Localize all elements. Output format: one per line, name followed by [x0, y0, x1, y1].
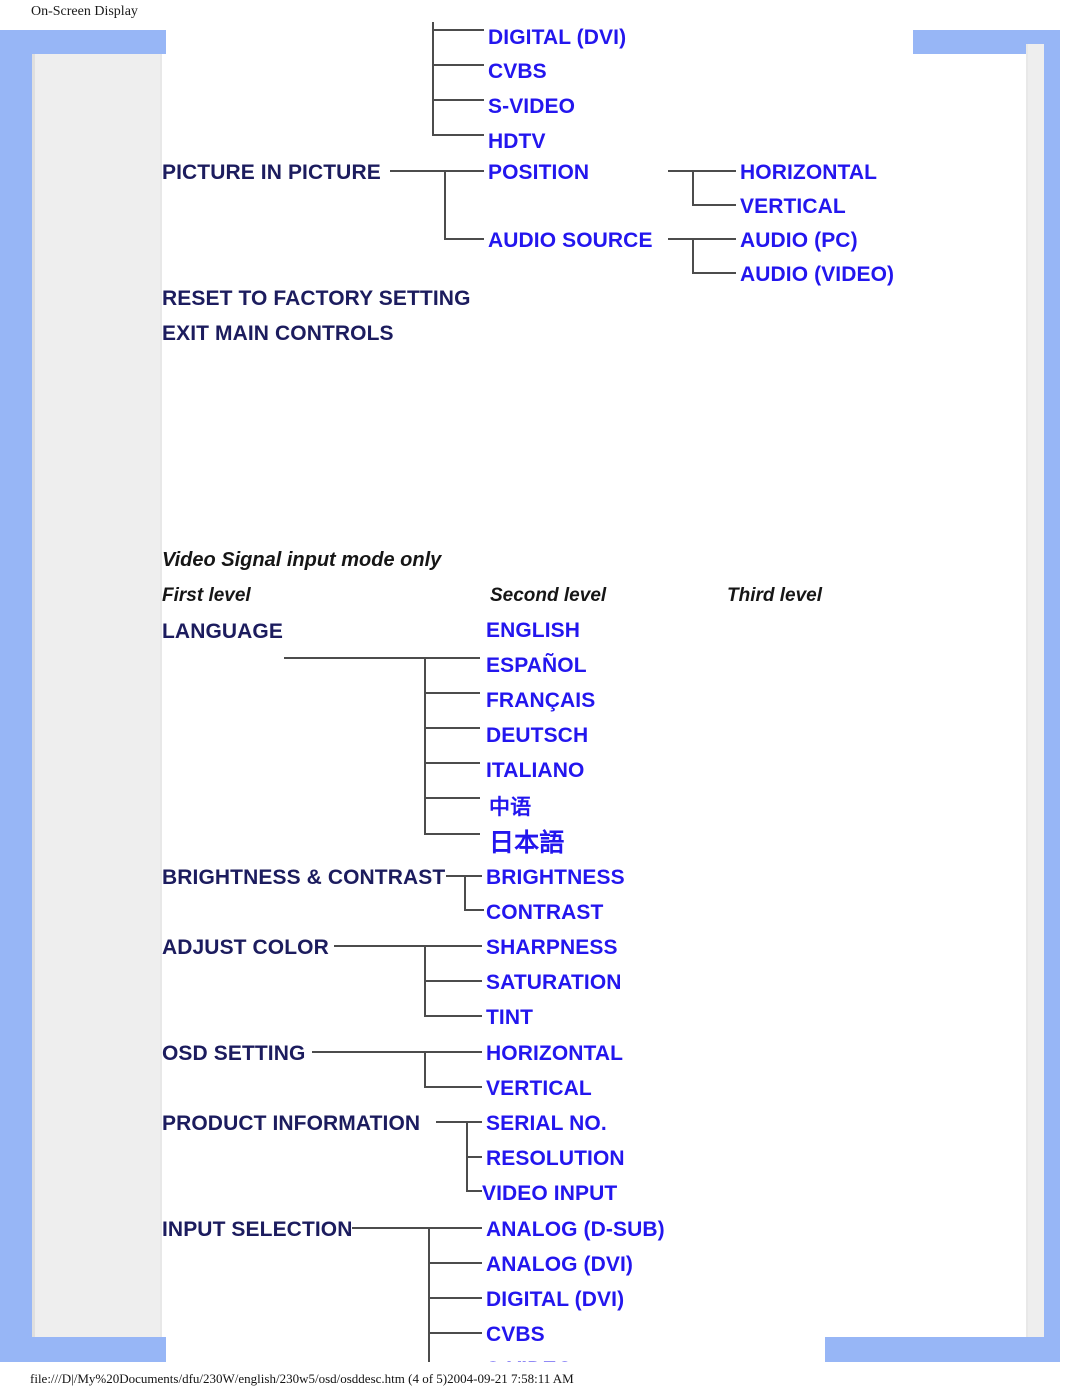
node-reset-to-factory-setting: RESET TO FACTORY SETTING [162, 287, 471, 310]
section-title-video-signal: Video Signal input mode only [162, 549, 442, 571]
connector-h-hdtv-top [432, 134, 484, 136]
node-language-chinese: 中语 [489, 795, 532, 819]
document-footer-path: file:///D|/My%20Documents/dfu/230W/engli… [30, 1371, 574, 1386]
connector-h-audio-source-stem [668, 238, 736, 240]
node-sharpness: SHARPNESS [486, 936, 618, 959]
connector-h-position-stem [668, 170, 736, 172]
connector-h-osd-setting-stem [312, 1051, 482, 1053]
connector-h-digital-dvi [428, 1297, 482, 1299]
connector-h-osd-vertical [424, 1086, 482, 1088]
connector-h-francais [424, 692, 480, 694]
node-language: LANGUAGE [162, 620, 283, 643]
node-pip-position-horizontal: HORIZONTAL [740, 161, 878, 184]
node-analog-d-sub: ANALOG (D-SUB) [486, 1218, 665, 1241]
node-tint: TINT [486, 1006, 534, 1029]
page-canvas: On-Screen Display DIGITAL (DVI) CVBS S-V… [0, 0, 1080, 1397]
node-brightness-and-contrast: BRIGHTNESS & CONTRAST [162, 866, 446, 889]
connector-h-chinese [424, 797, 480, 799]
node-cvbs: CVBS [486, 1323, 545, 1346]
connector-vertical-osd-setting [424, 1051, 426, 1087]
connector-h-cvbs [428, 1332, 482, 1334]
node-brightness: BRIGHTNESS [486, 866, 625, 889]
node-exit-main-controls: EXIT MAIN CONTROLS [162, 322, 394, 345]
connector-h-product-information-stem [436, 1121, 482, 1123]
connector-vertical-brightness-contrast [464, 875, 466, 910]
node-digital-dvi-top: DIGITAL (DVI) [488, 26, 627, 49]
node-language-deutsch: DEUTSCH [486, 724, 589, 747]
osd-menu-tree: DIGITAL (DVI) CVBS S-VIDEO HDTV PICTURE … [0, 0, 1080, 1397]
connector-h-pip-stem [390, 170, 484, 172]
node-s-video-top: S-VIDEO [488, 95, 576, 118]
node-product-information: PRODUCT INFORMATION [162, 1112, 421, 1135]
node-hdtv-top: HDTV [488, 130, 546, 153]
connector-h-deutsch [424, 727, 480, 729]
connector-h-digital-dvi-top [432, 29, 484, 31]
node-cvbs-top: CVBS [488, 60, 547, 83]
node-position: POSITION [488, 161, 590, 184]
node-language-espanol: ESPAÑOL [486, 654, 587, 677]
connector-vertical-continued-branch [432, 22, 434, 136]
node-language-english: ENGLISH [486, 619, 581, 642]
connector-vertical-language [424, 657, 426, 834]
node-language-italiano: ITALIANO [486, 759, 585, 782]
node-osd-horizontal: HORIZONTAL [486, 1042, 624, 1065]
node-saturation: SATURATION [486, 971, 622, 994]
node-audio-video: AUDIO (VIDEO) [740, 263, 895, 286]
connector-h-audio-source [444, 238, 484, 240]
connector-h-adjust-color-stem [334, 945, 482, 947]
connector-h-language-stem [284, 657, 480, 659]
node-osd-setting: OSD SETTING [162, 1042, 306, 1065]
node-analog-dvi: ANALOG (DVI) [486, 1253, 634, 1276]
connector-h-vertical-pip [692, 204, 736, 206]
connector-h-saturation [424, 980, 482, 982]
node-audio-source: AUDIO SOURCE [488, 229, 653, 252]
connector-vertical-audio-source [692, 238, 694, 273]
connector-h-audio-video [692, 272, 736, 274]
node-language-japanese: 日本語 [489, 828, 565, 857]
node-adjust-color: ADJUST COLOR [162, 936, 329, 959]
node-contrast: CONTRAST [486, 901, 604, 924]
connector-h-contrast [464, 909, 484, 911]
node-osd-vertical: VERTICAL [486, 1077, 592, 1100]
node-picture-in-picture: PICTURE IN PICTURE [162, 161, 381, 184]
connector-h-input-selection-stem [352, 1227, 482, 1229]
connector-h-italiano [424, 762, 480, 764]
connector-h-cvbs-top [432, 64, 484, 66]
connector-vertical-pip [444, 170, 446, 239]
node-video-input: VIDEO INPUT [482, 1182, 618, 1205]
node-audio-pc: AUDIO (PC) [740, 229, 858, 252]
node-digital-dvi: DIGITAL (DVI) [486, 1288, 625, 1311]
node-input-selection: INPUT SELECTION [162, 1218, 353, 1241]
connector-h-tint [424, 1015, 482, 1017]
connector-h-video-input [466, 1190, 482, 1192]
node-pip-position-vertical: VERTICAL [740, 195, 846, 218]
node-resolution: RESOLUTION [486, 1147, 625, 1170]
node-language-francais: FRANÇAIS [486, 689, 596, 712]
column-header-third-level: Third level [727, 585, 823, 606]
connector-h-japanese [424, 833, 480, 835]
connector-h-s-video-top [432, 99, 484, 101]
connector-h-resolution [466, 1156, 482, 1158]
column-header-second-level: Second level [490, 585, 607, 606]
column-header-first-level: First level [162, 585, 251, 606]
node-serial-no: SERIAL NO. [486, 1112, 607, 1135]
connector-h-analog-dvi [428, 1262, 482, 1264]
connector-vertical-position [692, 170, 694, 205]
